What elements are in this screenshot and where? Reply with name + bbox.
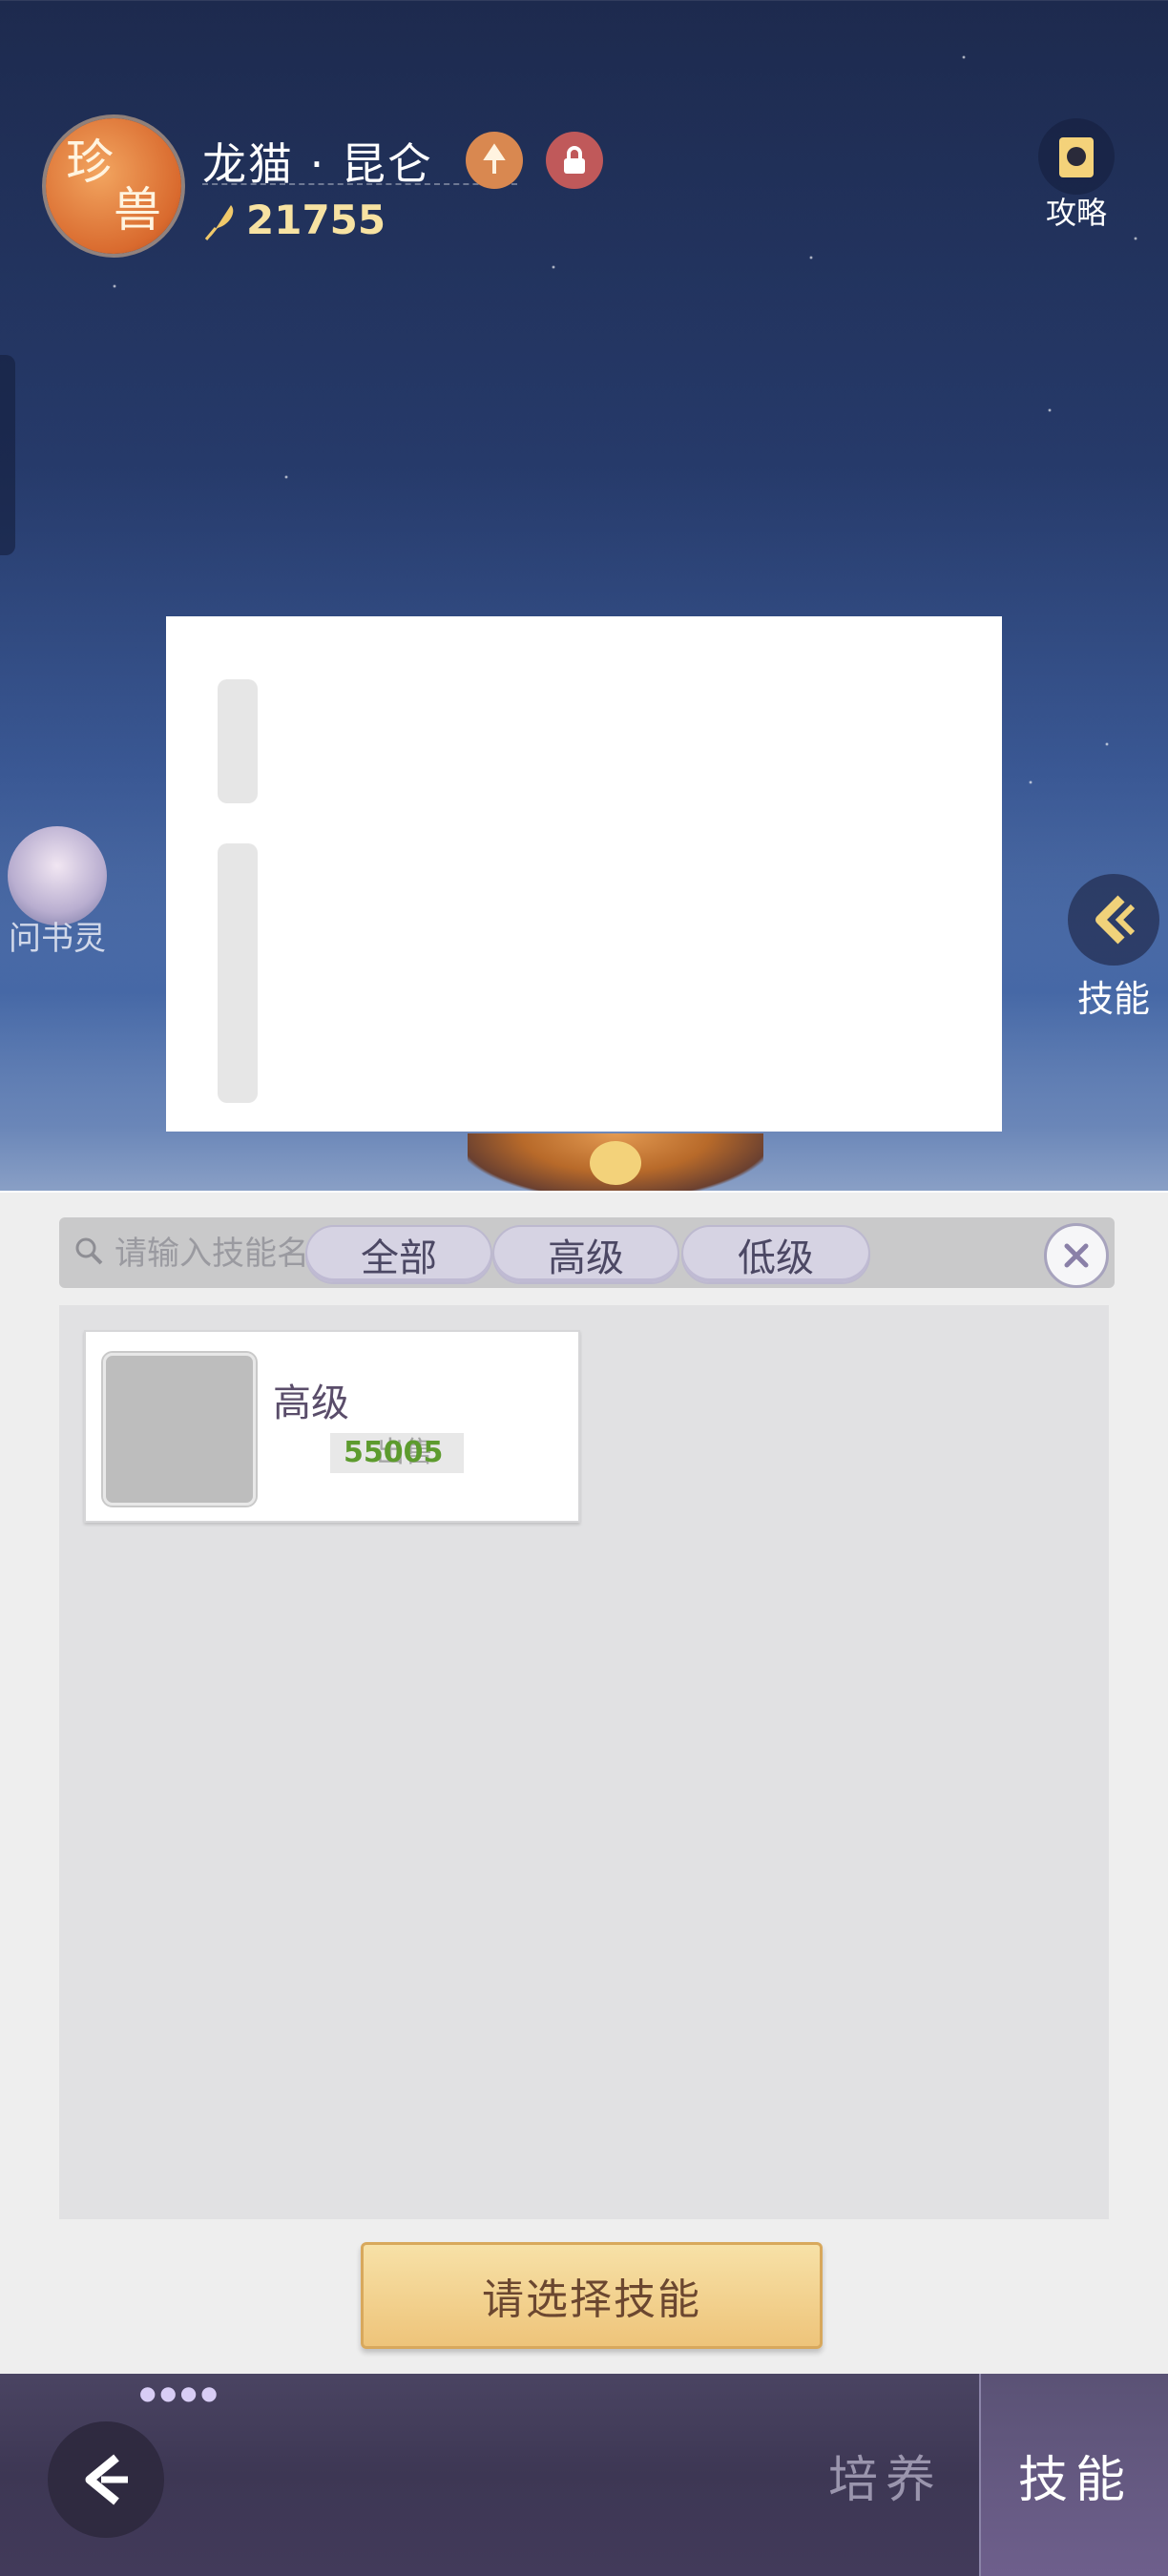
skill-price: 55005 bbox=[344, 1436, 444, 1469]
power-value: 21755 bbox=[246, 197, 386, 243]
badge-char-2: 兽 bbox=[114, 182, 161, 238]
filter-all-button[interactable]: 全部 bbox=[305, 1225, 492, 1284]
skill-thumbnail bbox=[101, 1351, 258, 1507]
power-display: 21755 bbox=[202, 197, 386, 243]
feather-icon bbox=[204, 204, 234, 240]
filter-low-button[interactable]: 低级 bbox=[681, 1225, 870, 1284]
helper-avatar bbox=[8, 826, 107, 925]
skill-grid: 高级 出售 55005 bbox=[59, 1305, 1109, 2219]
select-skill-button[interactable]: 请选择技能 bbox=[361, 2242, 823, 2349]
close-button[interactable] bbox=[1044, 1223, 1109, 1288]
pet-type-badge: 珍兽 bbox=[46, 118, 181, 254]
popup-bar-placeholder bbox=[218, 843, 258, 1103]
filter-high-button[interactable]: 高级 bbox=[492, 1225, 679, 1284]
popup-bar-placeholder bbox=[218, 679, 258, 803]
left-edge-tab[interactable] bbox=[0, 355, 15, 555]
search-bar: 全部 高级 低级 bbox=[59, 1217, 1115, 1288]
helper-label: 问书灵 bbox=[9, 920, 106, 958]
skill-side-button[interactable]: 技能 bbox=[1061, 874, 1166, 1022]
book-icon bbox=[1038, 118, 1115, 195]
bottom-nav-bar: ●●●● 培养 技能 bbox=[0, 2374, 1168, 2576]
skill-price-tag: 出售 55005 bbox=[330, 1433, 464, 1473]
skill-card[interactable]: 高级 出售 55005 bbox=[84, 1330, 580, 1523]
back-button[interactable] bbox=[48, 2421, 164, 2538]
tab-train[interactable]: 培养 bbox=[792, 2374, 979, 2576]
blank-popup bbox=[166, 616, 1002, 1132]
pet-name-underline bbox=[202, 183, 517, 185]
skill-side-label: 技能 bbox=[1076, 978, 1150, 1020]
skill-select-panel: 全部 高级 低级 高级 出售 55005 请选择技能 bbox=[0, 1191, 1168, 2376]
guide-label: 攻略 bbox=[1045, 195, 1107, 231]
tab-skill[interactable]: 技能 bbox=[979, 2374, 1168, 2576]
helper-button[interactable]: 问书灵 bbox=[0, 826, 115, 959]
search-icon bbox=[75, 1237, 103, 1265]
chevron-left-icon bbox=[1068, 874, 1159, 966]
skill-grade: 高级 bbox=[273, 1381, 349, 1425]
back-arrow-icon bbox=[85, 2454, 128, 2505]
pet-creature-sprite bbox=[468, 1133, 763, 1195]
creature-core bbox=[590, 1141, 641, 1185]
decorative-dots: ●●●● bbox=[139, 2381, 221, 2404]
badge-char-1: 珍 bbox=[66, 135, 114, 190]
guide-button[interactable]: 攻略 bbox=[1031, 118, 1122, 231]
fan-icon[interactable] bbox=[466, 132, 523, 189]
close-icon bbox=[1064, 1243, 1089, 1268]
lock-icon[interactable] bbox=[546, 132, 603, 189]
